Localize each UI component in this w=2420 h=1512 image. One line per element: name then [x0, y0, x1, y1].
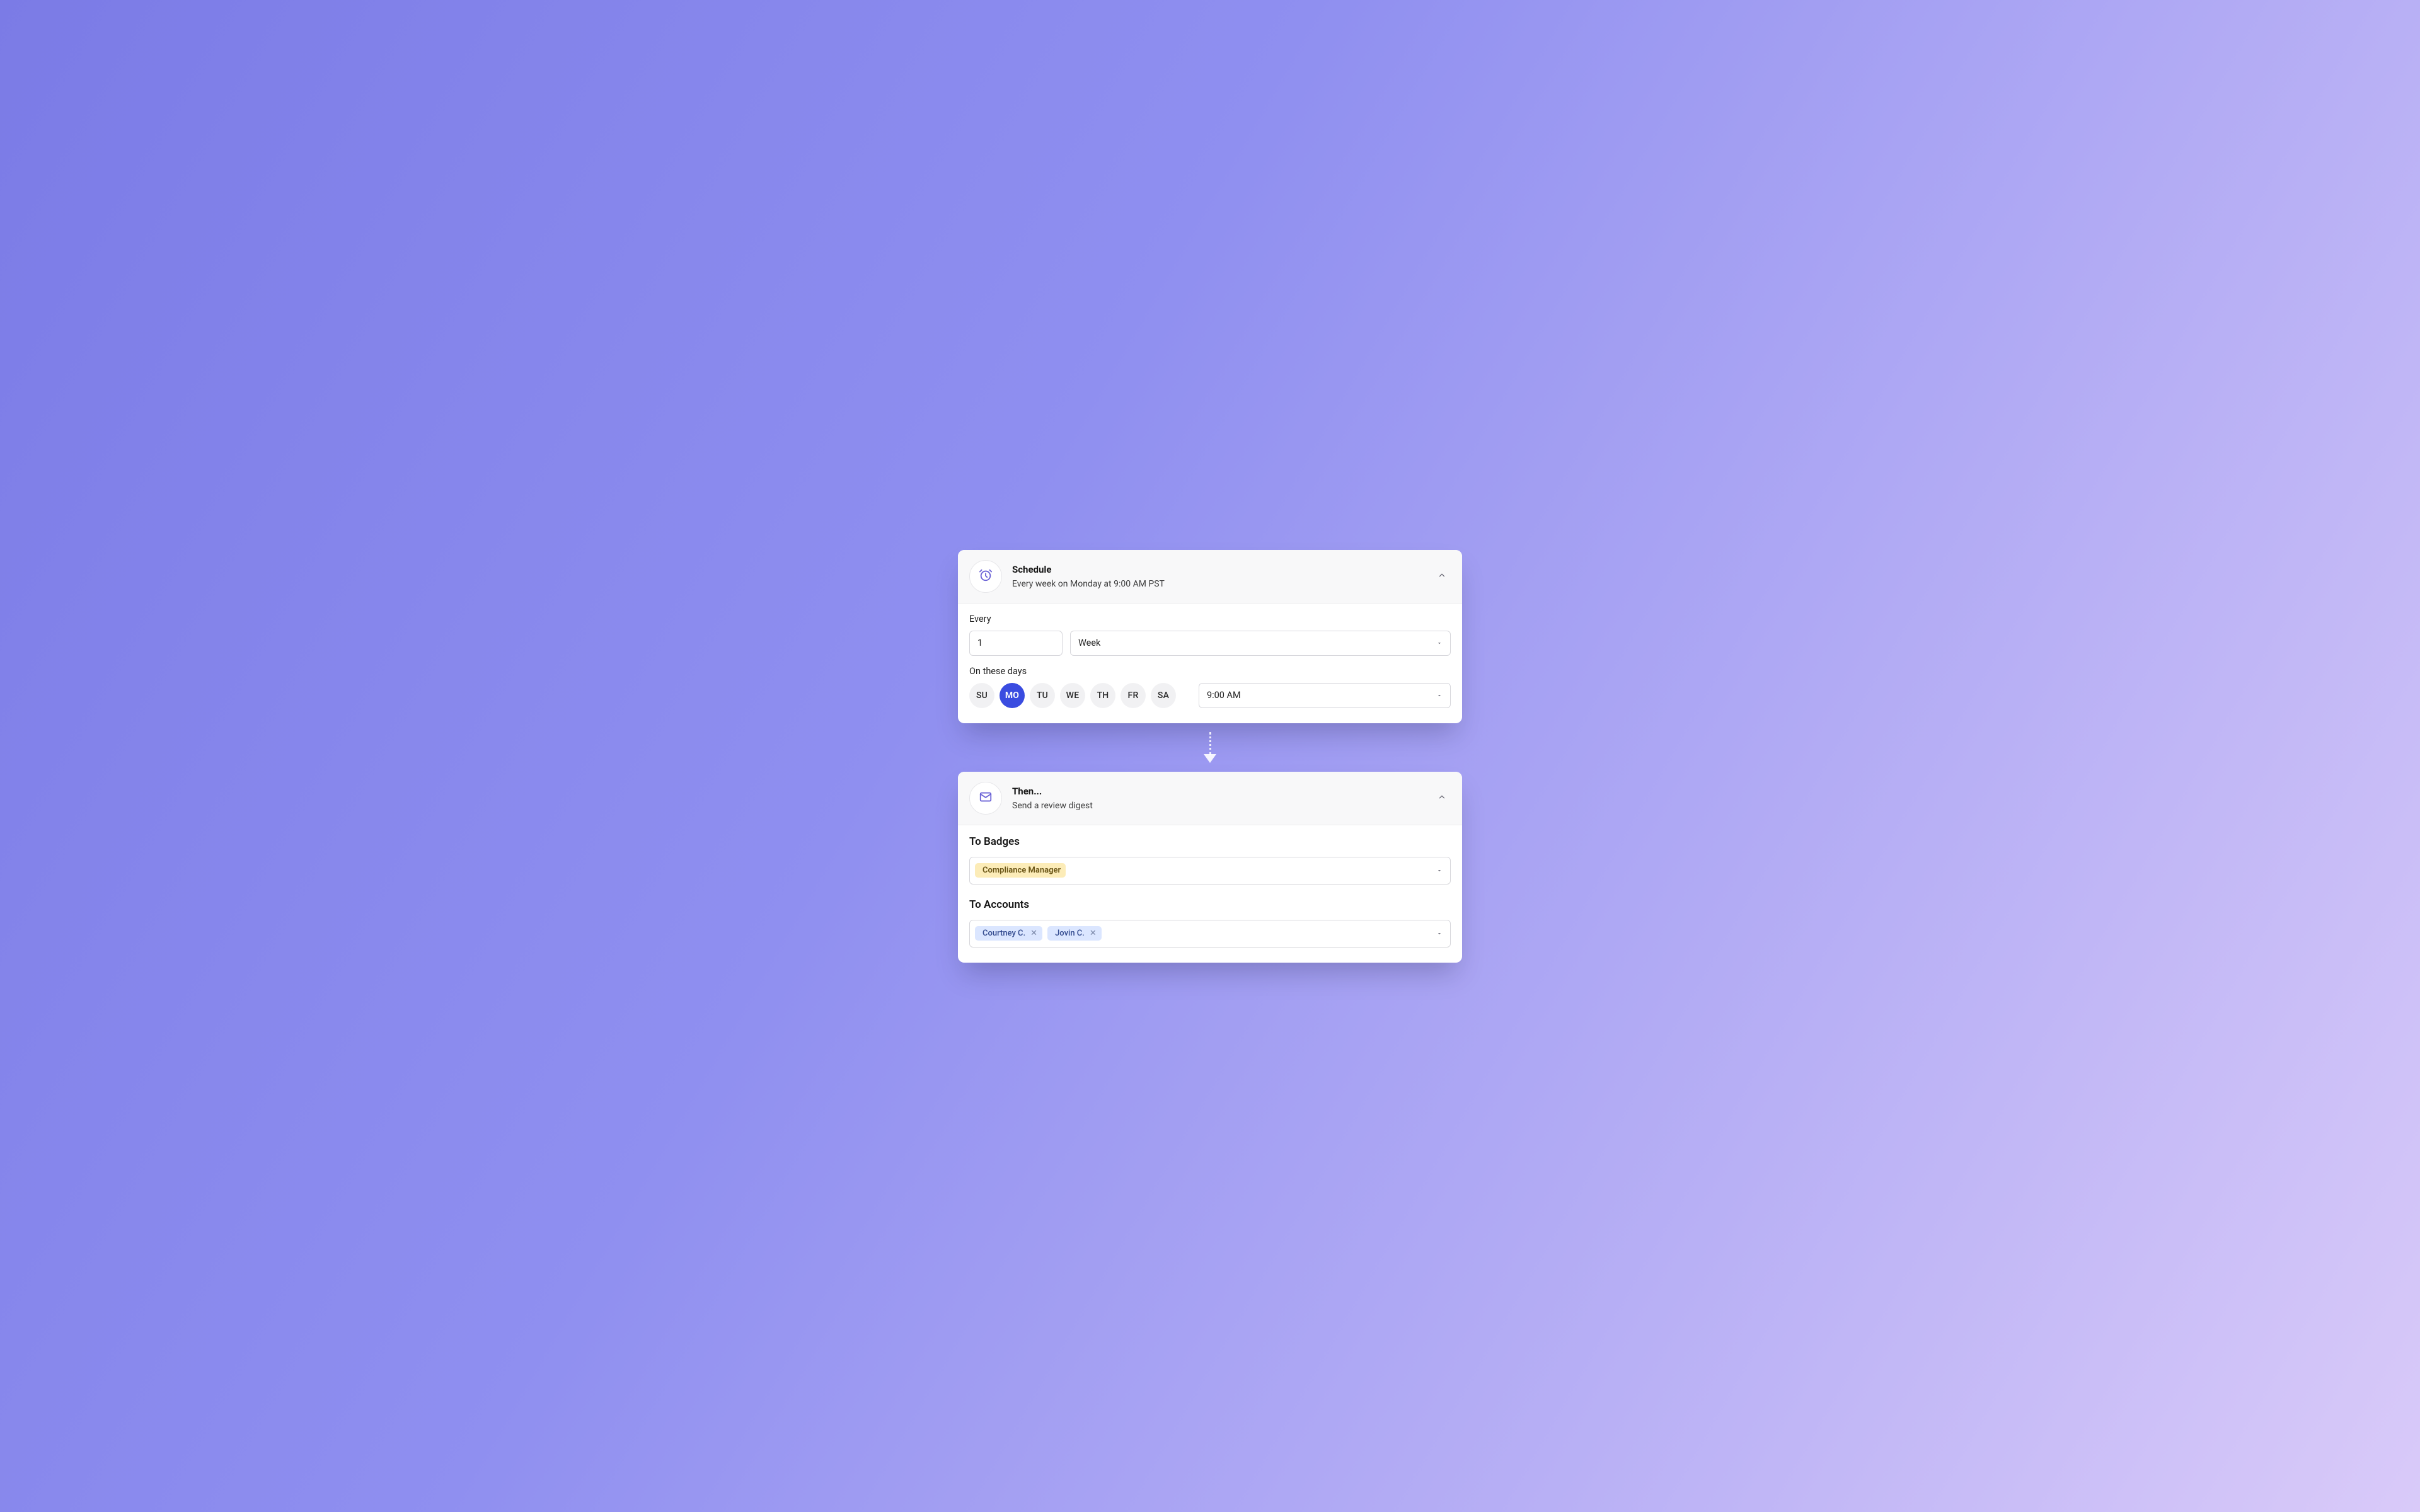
schedule-icon-circle — [969, 560, 1002, 593]
caret-down-icon — [1436, 640, 1443, 646]
remove-chip-icon[interactable]: ✕ — [1030, 929, 1037, 937]
day-th[interactable]: TH — [1090, 683, 1115, 708]
badge-chip-label: Compliance Manager — [982, 866, 1061, 874]
day-mo[interactable]: MO — [1000, 683, 1025, 708]
day-su[interactable]: SU — [969, 683, 994, 708]
connector-line — [1209, 732, 1211, 755]
to-accounts-select[interactable]: Courtney C. ✕ Jovin C. ✕ — [969, 920, 1451, 948]
day-sa[interactable]: SA — [1151, 683, 1176, 708]
arrow-down-icon — [1204, 754, 1216, 763]
caret-down-icon — [1436, 931, 1443, 937]
remove-chip-icon[interactable]: ✕ — [1090, 929, 1097, 937]
to-badges-label: To Badges — [969, 835, 1451, 848]
to-badges-select[interactable]: Compliance Manager — [969, 857, 1451, 885]
then-subtitle: Send a review digest — [1012, 801, 1423, 811]
day-fr[interactable]: FR — [1121, 683, 1146, 708]
day-we[interactable]: WE — [1060, 683, 1085, 708]
interval-input[interactable]: 1 — [969, 631, 1063, 656]
then-header-text: Then... Send a review digest — [1012, 786, 1423, 811]
day-picker: SU MO TU WE TH FR SA — [969, 683, 1176, 708]
account-chip: Jovin C. ✕ — [1047, 926, 1102, 941]
schedule-card: Schedule Every week on Monday at 9:00 AM… — [958, 550, 1462, 723]
account-chip-label: Jovin C. — [1055, 929, 1085, 937]
caret-down-icon — [1436, 868, 1443, 874]
day-tu[interactable]: TU — [1030, 683, 1055, 708]
unit-value: Week — [1078, 638, 1100, 648]
chevron-up-icon — [1438, 792, 1446, 804]
schedule-card-header: Schedule Every week on Monday at 9:00 AM… — [958, 550, 1462, 604]
interval-value: 1 — [977, 638, 982, 648]
days-label: On these days — [969, 666, 1451, 677]
then-card-body: To Badges Compliance Manager To Accounts… — [958, 825, 1462, 963]
then-icon-circle — [969, 782, 1002, 815]
badge-chip: Compliance Manager — [975, 863, 1066, 878]
time-select[interactable]: 9:00 AM — [1199, 683, 1451, 708]
caret-down-icon — [1436, 692, 1443, 699]
alarm-clock-icon — [979, 568, 993, 585]
time-value: 9:00 AM — [1207, 690, 1241, 701]
mail-icon — [979, 790, 993, 806]
then-card-header: Then... Send a review digest — [958, 772, 1462, 825]
schedule-title: Schedule — [1012, 564, 1423, 575]
schedule-header-text: Schedule Every week on Monday at 9:00 AM… — [1012, 564, 1423, 589]
then-collapse-button[interactable] — [1433, 789, 1451, 807]
unit-select[interactable]: Week — [1070, 631, 1451, 656]
then-title: Then... — [1012, 786, 1423, 797]
schedule-collapse-button[interactable] — [1433, 568, 1451, 585]
flow-connector — [1204, 732, 1216, 763]
account-chip: Courtney C. ✕ — [975, 926, 1042, 941]
then-card: Then... Send a review digest To Badges C… — [958, 772, 1462, 963]
account-chip-label: Courtney C. — [982, 929, 1025, 937]
chevron-up-icon — [1438, 570, 1446, 582]
every-label: Every — [969, 614, 1451, 624]
schedule-card-body: Every 1 Week On these days SU MO TU WE T… — [958, 604, 1462, 723]
to-accounts-label: To Accounts — [969, 898, 1451, 911]
schedule-subtitle: Every week on Monday at 9:00 AM PST — [1012, 579, 1423, 589]
